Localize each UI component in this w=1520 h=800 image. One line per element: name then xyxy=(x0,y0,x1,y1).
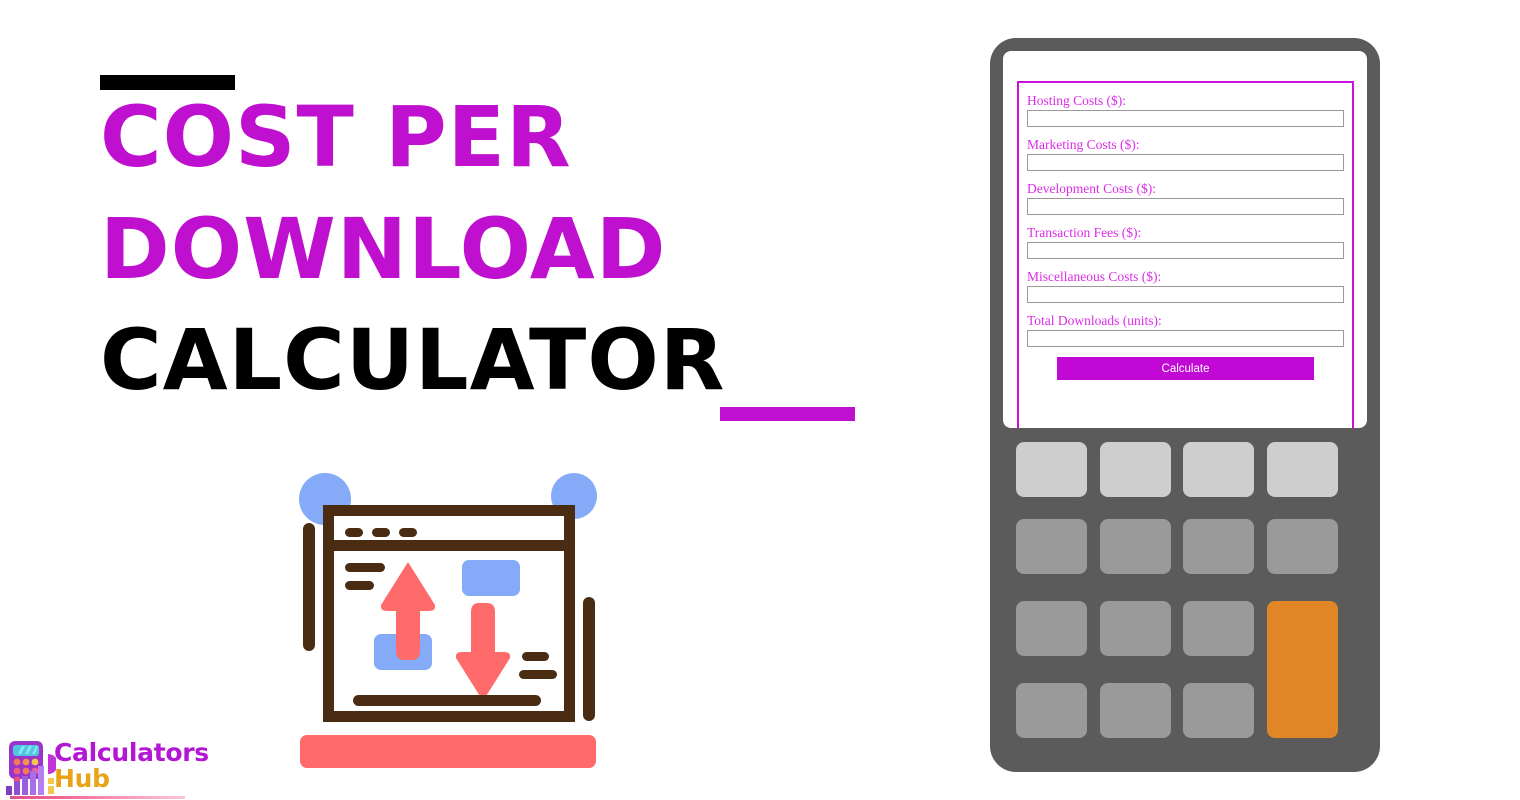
field-label: Development Costs ($): xyxy=(1027,181,1156,196)
page-title-line-2: DOWNLOAD xyxy=(100,200,667,298)
keypad-key-r1c2[interactable] xyxy=(1100,442,1171,497)
development-costs-input[interactable] xyxy=(1027,198,1344,215)
calculator-keypad xyxy=(1016,442,1356,752)
calculator-bar-chart-icon xyxy=(6,741,56,795)
keypad-key-r3c1[interactable] xyxy=(1016,601,1087,656)
hosting-costs-input[interactable] xyxy=(1027,110,1344,127)
browser-titlebar xyxy=(334,516,564,551)
text-line-2 xyxy=(345,581,374,590)
field-label: Hosting Costs ($): xyxy=(1027,93,1127,108)
blue-block-top-right xyxy=(462,560,520,596)
keypad-key-r4c2[interactable] xyxy=(1100,683,1171,738)
calculate-button[interactable]: Calculate xyxy=(1057,357,1314,380)
field-label: Marketing Costs ($): xyxy=(1027,137,1140,152)
keypad-key-r2c2[interactable] xyxy=(1100,519,1171,574)
page-title-line-3: CALCULATOR xyxy=(100,311,726,409)
field-label: Transaction Fees ($): xyxy=(1027,225,1142,240)
browser-window-frame xyxy=(323,505,575,722)
page-title-line-1: COST PER xyxy=(100,88,572,186)
keypad-key-r4c3[interactable] xyxy=(1183,683,1254,738)
field-label: Miscellaneous Costs ($): xyxy=(1027,269,1162,284)
keypad-key-r3c3[interactable] xyxy=(1183,601,1254,656)
field-marketing-costs: Marketing Costs ($): xyxy=(1027,137,1344,171)
keypad-key-r4c1[interactable] xyxy=(1016,683,1087,738)
brand-word-hub: Hub xyxy=(54,764,110,793)
decorative-side-bar-right xyxy=(583,597,595,721)
text-line-bottom xyxy=(353,695,541,706)
marketing-costs-input[interactable] xyxy=(1027,154,1344,171)
brand-underline xyxy=(10,796,185,799)
cost-per-download-form: Hosting Costs ($): Marketing Costs ($): … xyxy=(1017,81,1354,428)
download-arrow-icon xyxy=(455,603,511,701)
transaction-fees-input[interactable] xyxy=(1027,242,1344,259)
title-block: COST PER DOWNLOAD CALCULATOR xyxy=(0,0,900,440)
field-development-costs: Development Costs ($): xyxy=(1027,181,1344,215)
calculator-screen: Hosting Costs ($): Marketing Costs ($): … xyxy=(1003,51,1367,428)
accent-bar-bottom xyxy=(720,407,855,421)
upload-arrow-icon xyxy=(380,562,436,660)
keypad-key-r1c1[interactable] xyxy=(1016,442,1087,497)
brand-logo[interactable]: Calculators Hub xyxy=(4,740,234,800)
keypad-key-r2c3[interactable] xyxy=(1183,519,1254,574)
browser-dot-1-icon xyxy=(345,528,363,537)
field-total-downloads: Total Downloads (units): xyxy=(1027,313,1344,347)
keypad-key-r2c1[interactable] xyxy=(1016,519,1087,574)
browser-content-area xyxy=(334,551,564,711)
upload-download-browser-window-icon xyxy=(295,468,605,773)
decorative-bottom-bar xyxy=(300,735,596,768)
miscellaneous-costs-input[interactable] xyxy=(1027,286,1344,303)
calculator-device: Hosting Costs ($): Marketing Costs ($): … xyxy=(990,38,1380,772)
browser-dot-3-icon xyxy=(399,528,417,537)
field-label: Total Downloads (units): xyxy=(1027,313,1162,328)
field-transaction-fees: Transaction Fees ($): xyxy=(1027,225,1344,259)
field-miscellaneous-costs: Miscellaneous Costs ($): xyxy=(1027,269,1344,303)
keypad-key-r2c4[interactable] xyxy=(1267,519,1338,574)
keypad-key-r3c2[interactable] xyxy=(1100,601,1171,656)
field-hosting-costs: Hosting Costs ($): xyxy=(1027,93,1344,127)
text-line-3 xyxy=(522,652,549,661)
total-downloads-input[interactable] xyxy=(1027,330,1344,347)
browser-dot-2-icon xyxy=(372,528,390,537)
keypad-key-r1c4[interactable] xyxy=(1267,442,1338,497)
keypad-key-equals[interactable] xyxy=(1267,601,1338,738)
text-line-4 xyxy=(519,670,557,679)
brand-word-calculators: Calculators xyxy=(54,738,209,767)
keypad-key-r1c3[interactable] xyxy=(1183,442,1254,497)
decorative-side-bar-left xyxy=(303,523,315,651)
poster-canvas: COST PER DOWNLOAD CALCULATOR Calculators… xyxy=(0,0,1520,800)
brand-logo-text: Calculators Hub xyxy=(54,740,209,792)
